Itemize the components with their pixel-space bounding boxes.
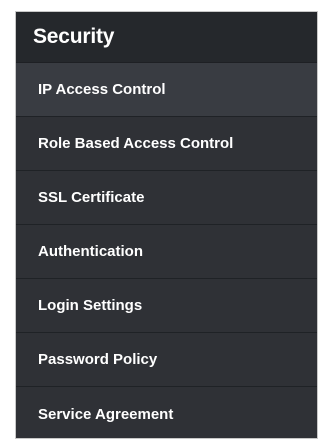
menu-header: Security xyxy=(16,12,317,63)
menu-item-login-settings[interactable]: Login Settings xyxy=(16,279,317,333)
menu-item-ip-access-control[interactable]: IP Access Control xyxy=(16,63,317,117)
menu-title: Security xyxy=(33,25,115,48)
security-menu: Security IP Access Control Role Based Ac… xyxy=(16,12,317,438)
menu-item-ssl-certificate[interactable]: SSL Certificate xyxy=(16,171,317,225)
menu-item-service-agreement[interactable]: Service Agreement xyxy=(16,387,317,441)
menu-item-role-based-access-control[interactable]: Role Based Access Control xyxy=(16,117,317,171)
menu-item-password-policy[interactable]: Password Policy xyxy=(16,333,317,387)
menu-item-authentication[interactable]: Authentication xyxy=(16,225,317,279)
